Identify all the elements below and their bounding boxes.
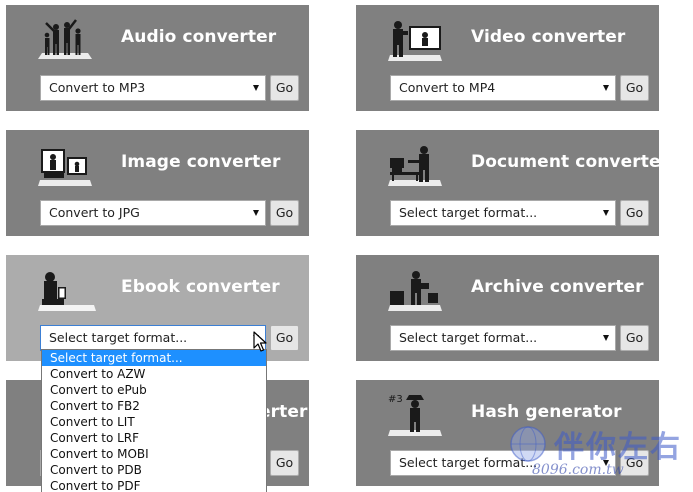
archive-converter-card: Archive converter Select target format..… — [356, 255, 659, 361]
audio-converter-card: Audio converter Convert to MP3 Go — [6, 5, 309, 111]
select-value: Select target format... — [399, 205, 538, 220]
go-button[interactable]: Go — [620, 325, 649, 351]
dropdown-option[interactable]: Convert to FB2 — [42, 398, 266, 414]
format-select[interactable]: Select target format... — [40, 325, 266, 351]
select-value: Convert to JPG — [49, 205, 140, 220]
select-value: Convert to MP4 — [399, 80, 496, 95]
dropdown-option[interactable]: Convert to ePub — [42, 382, 266, 398]
image-converter-card: Image converter Convert to JPG Go — [6, 130, 309, 236]
dropdown-option[interactable]: Convert to LIT — [42, 414, 266, 430]
watermark-url: 8096.com.tw — [532, 462, 624, 478]
go-button[interactable]: Go — [620, 200, 649, 226]
video-camera-icon — [388, 21, 442, 61]
dropdown-option[interactable]: Convert to MOBI — [42, 446, 266, 462]
format-select[interactable]: Select target format... — [390, 325, 616, 351]
hash-person-icon: #3 — [388, 394, 442, 436]
chevron-down-icon — [603, 335, 609, 341]
document-desk-icon — [388, 146, 442, 186]
select-value: Convert to MP3 — [49, 80, 146, 95]
card-title: Video converter — [471, 27, 626, 47]
audio-people-icon — [38, 19, 92, 59]
archive-box-icon — [388, 271, 442, 311]
dropdown-option[interactable]: Convert to PDF — [42, 478, 266, 492]
dropdown-option[interactable]: Select target format... — [42, 350, 266, 366]
mouse-pointer-icon — [253, 331, 267, 352]
format-select[interactable]: Convert to JPG — [40, 200, 266, 226]
chevron-down-icon — [603, 85, 609, 91]
select-value: Select target format... — [49, 330, 188, 345]
dropdown-option[interactable]: Convert to LRF — [42, 430, 266, 446]
format-select[interactable]: Select target format... — [390, 200, 616, 226]
watermark-logo: 伴你左右 8096.com.tw — [502, 420, 693, 492]
format-select[interactable]: Convert to MP4 — [390, 75, 616, 101]
card-title: Ebook converter — [121, 277, 280, 297]
card-title: Image converter — [121, 152, 281, 172]
document-converter-card: Document converter Select target format.… — [356, 130, 669, 236]
svg-text:#3: #3 — [388, 394, 403, 405]
card-title: Audio converter — [121, 27, 277, 47]
go-button[interactable]: Go — [270, 200, 299, 226]
chevron-down-icon — [603, 210, 609, 216]
card-title: Document converter — [471, 152, 670, 172]
format-select[interactable]: Convert to MP3 — [40, 75, 266, 101]
chevron-down-icon — [253, 85, 259, 91]
go-button[interactable]: Go — [270, 450, 299, 476]
ebook-format-dropdown[interactable]: Select target format... Convert to AZW C… — [41, 349, 267, 492]
video-converter-card: Video converter Convert to MP4 Go — [356, 5, 659, 111]
watermark-text: 伴你左右 — [554, 430, 682, 465]
dropdown-option[interactable]: Convert to PDB — [42, 462, 266, 478]
go-button[interactable]: Go — [270, 325, 299, 351]
image-picture-icon — [38, 149, 92, 186]
ebook-reader-icon — [38, 272, 96, 311]
go-button[interactable]: Go — [270, 75, 299, 101]
dropdown-option[interactable]: Convert to AZW — [42, 366, 266, 382]
select-value: Select target format... — [399, 330, 538, 345]
chevron-down-icon — [253, 210, 259, 216]
card-title: Archive converter — [471, 277, 644, 297]
globe-icon — [510, 426, 546, 462]
go-button[interactable]: Go — [620, 75, 649, 101]
card-title: Hash generator — [471, 402, 622, 422]
